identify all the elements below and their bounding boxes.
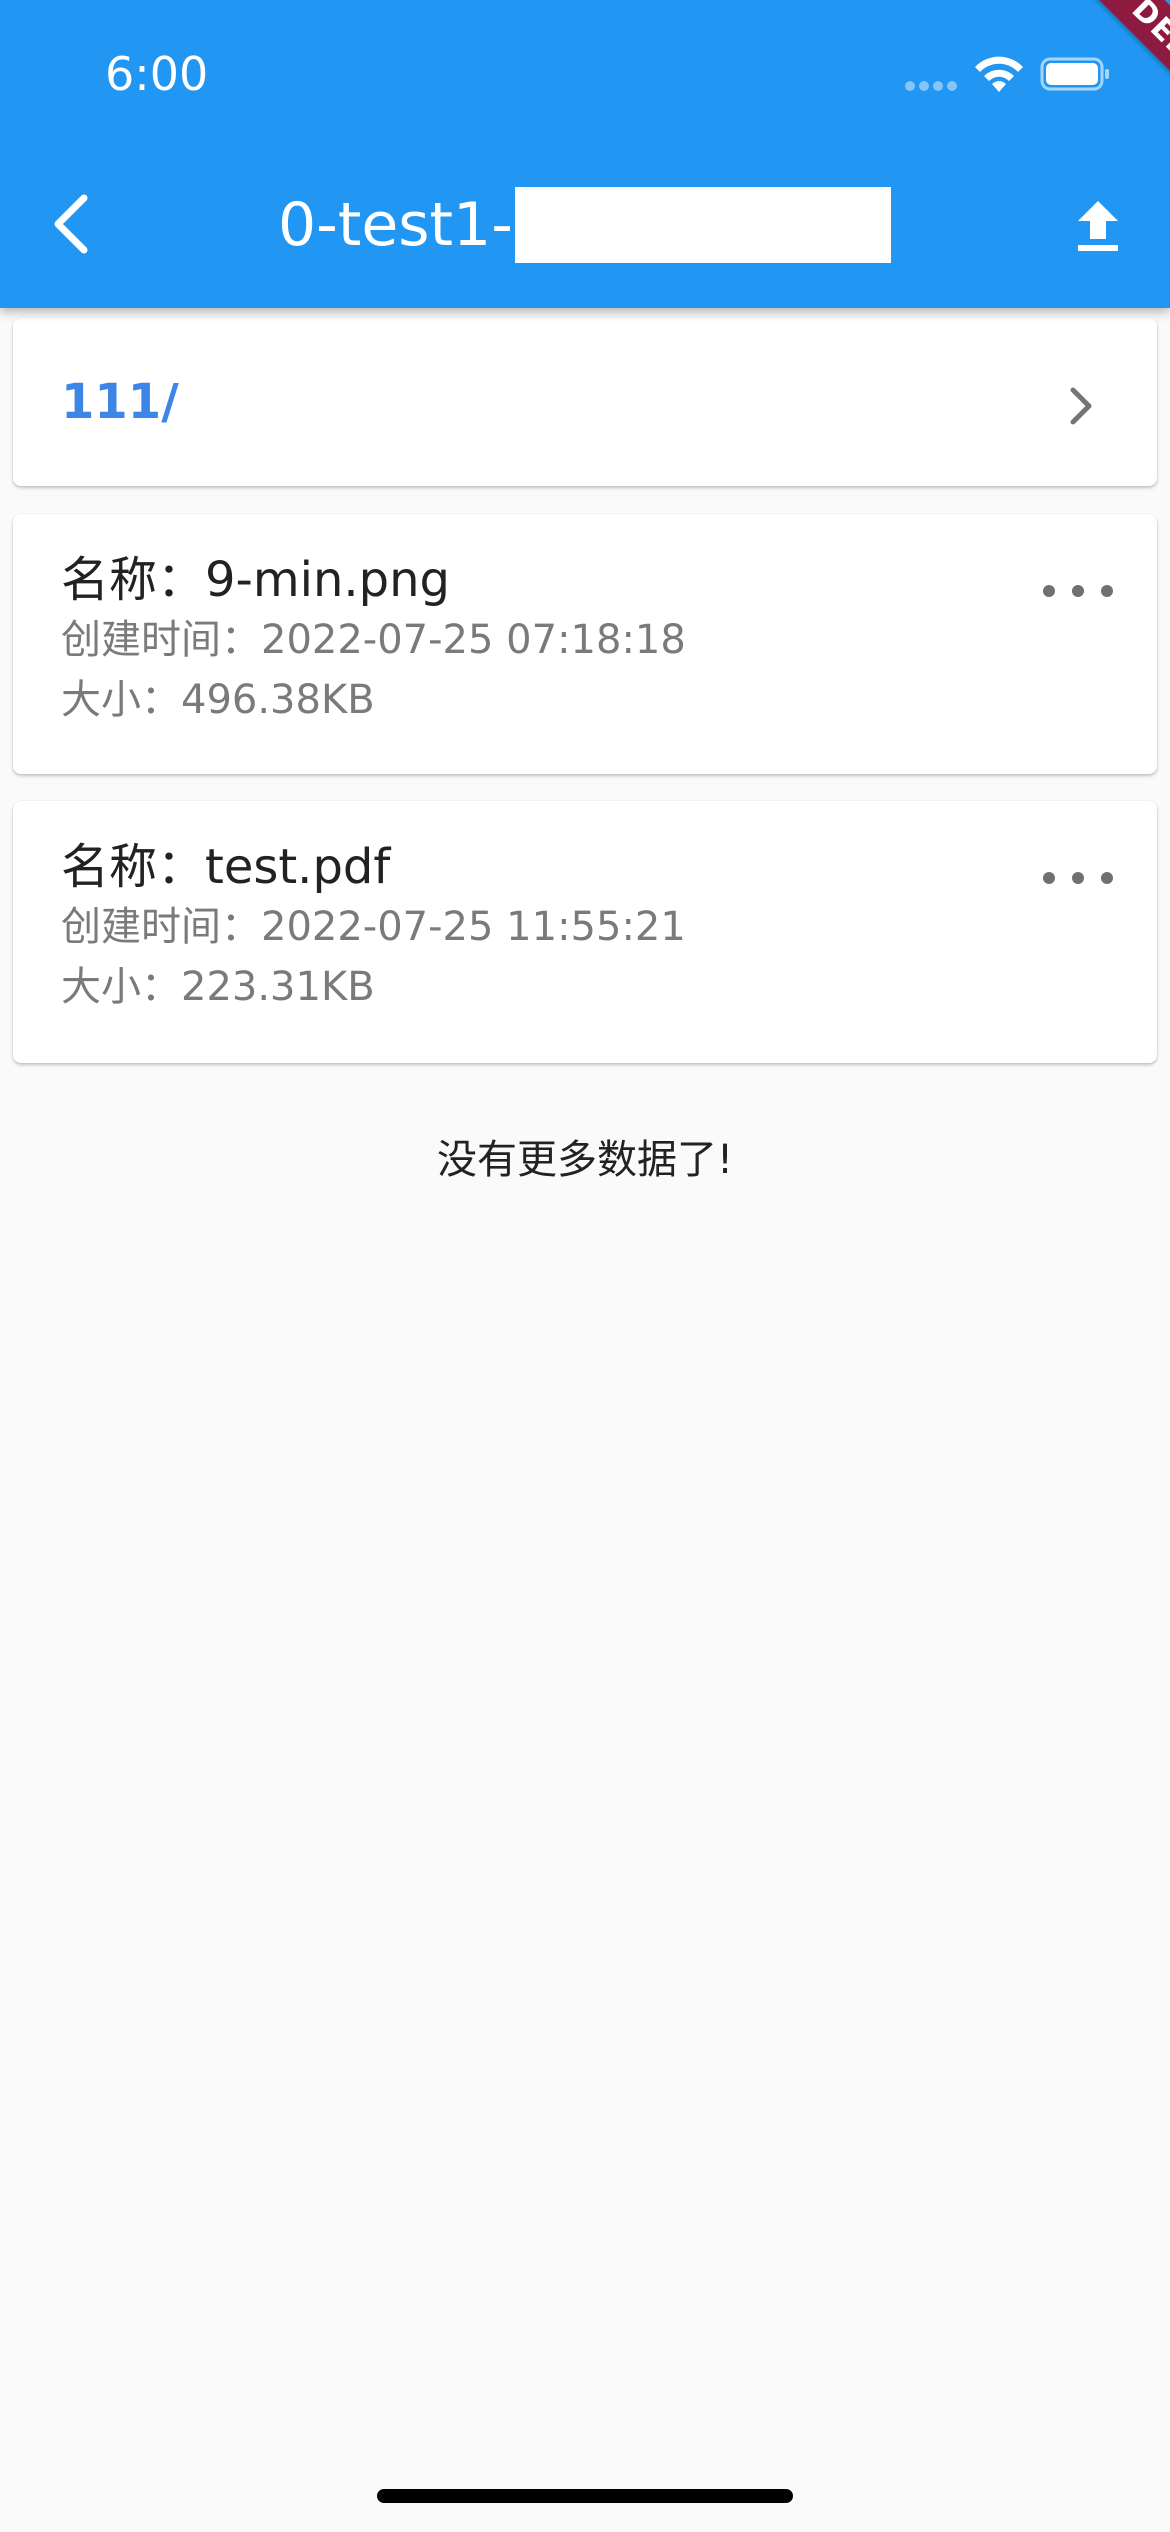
file-name: 名称：9-min.png [61, 552, 450, 608]
more-options-button[interactable] [1043, 863, 1113, 893]
battery-icon [1040, 57, 1109, 91]
more-options-button[interactable] [1043, 576, 1113, 606]
upload-button[interactable] [1066, 186, 1130, 266]
folder-name: 111/ [61, 374, 179, 430]
file-created-time: 创建时间：2022-07-25 11:55:21 [61, 904, 686, 950]
app-bar: 6:00 0-test1- [0, 0, 1170, 308]
no-more-data-message: 没有更多数据了! [436, 1137, 734, 1183]
folder-item[interactable]: 111/ [13, 318, 1157, 486]
wifi-icon [975, 56, 1023, 92]
home-indicator[interactable] [377, 2489, 793, 2503]
back-button[interactable] [36, 180, 108, 268]
status-time: 6:00 [105, 47, 209, 101]
file-item[interactable]: 名称：test.pdf 创建时间：2022-07-25 11:55:21 大小：… [13, 801, 1157, 1063]
chevron-right-icon [1070, 387, 1092, 425]
upload-icon [1078, 201, 1118, 251]
file-size: 大小：496.38KB [61, 677, 375, 723]
title-redaction-block [514, 187, 891, 263]
page-title-group: 0-test1- [278, 186, 891, 264]
page-title: 0-test1- [278, 190, 513, 260]
file-item[interactable]: 名称：9-min.png 创建时间：2022-07-25 07:18:18 大小… [13, 514, 1157, 774]
file-name: 名称：test.pdf [61, 839, 391, 895]
file-size: 大小：223.31KB [61, 964, 375, 1010]
chevron-left-icon [54, 194, 88, 254]
file-created-time: 创建时间：2022-07-25 07:18:18 [61, 617, 686, 663]
cellular-signal-icon [905, 81, 957, 91]
